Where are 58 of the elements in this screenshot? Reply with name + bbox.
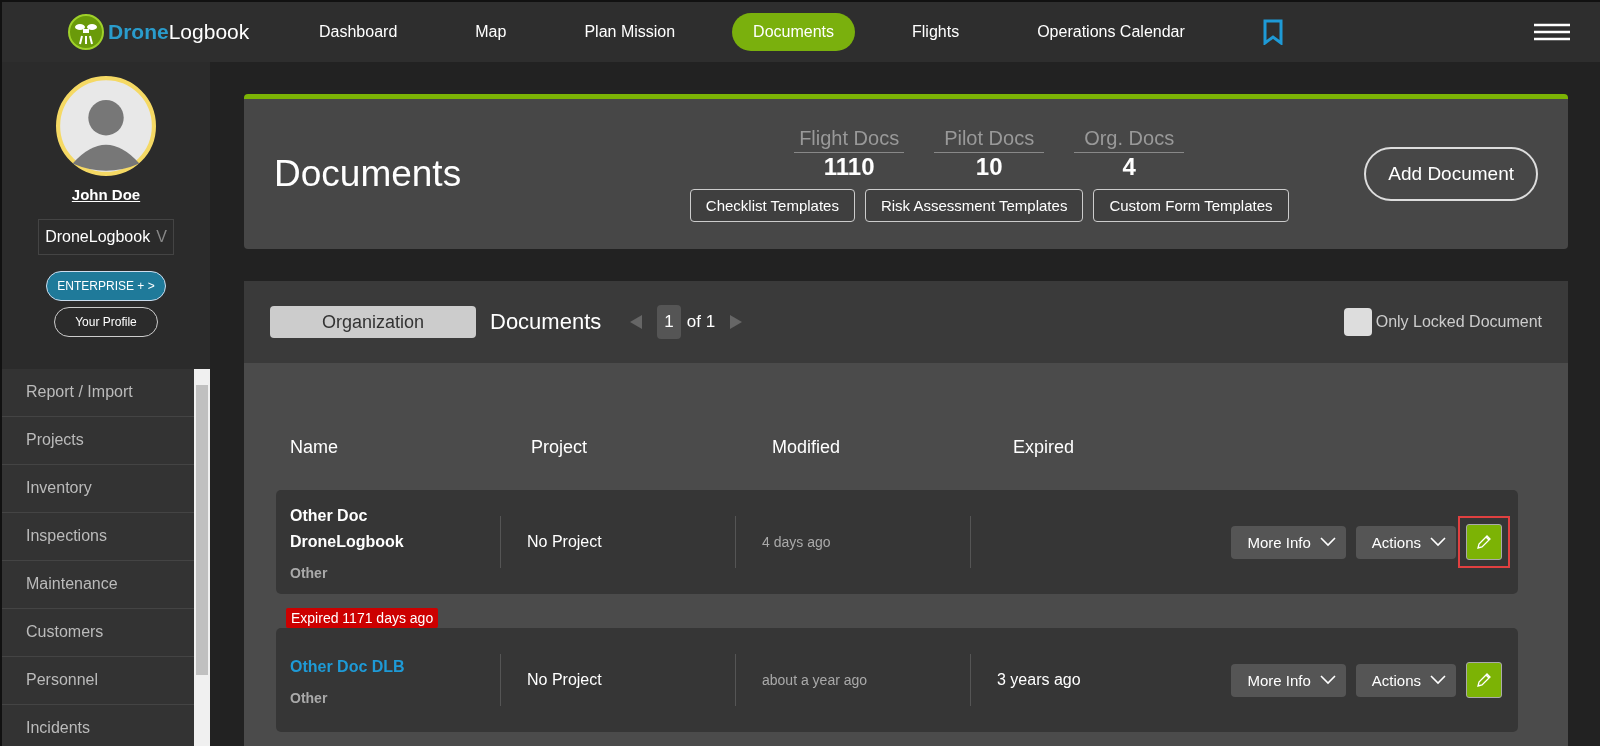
plan-button[interactable]: ENTERPRISE + > bbox=[46, 271, 166, 301]
column-header: Expired bbox=[1013, 437, 1076, 458]
pencil-icon bbox=[1475, 533, 1493, 551]
edit-button[interactable] bbox=[1466, 524, 1502, 560]
scope-toggle[interactable]: Organization bbox=[270, 306, 476, 338]
template-button[interactable]: Risk Assessment Templates bbox=[864, 188, 1084, 222]
stat-value: 1110 bbox=[823, 152, 875, 181]
expired-badge: Expired 1171 days ago bbox=[286, 608, 439, 628]
nav-link[interactable]: Dashboard bbox=[298, 13, 419, 51]
expired-cell-text: 3 years ago bbox=[997, 671, 1082, 689]
template-button[interactable]: Custom Form Templates bbox=[1093, 188, 1289, 222]
chevron-down-icon bbox=[1430, 675, 1446, 685]
chevron-down-icon bbox=[1319, 537, 1336, 547]
nav-link[interactable]: Flights bbox=[891, 13, 981, 51]
scrollbar[interactable] bbox=[194, 369, 210, 746]
list-title: Documents bbox=[490, 309, 602, 335]
more-info-dropdown[interactable]: More Info bbox=[1231, 663, 1346, 697]
column-header: Project bbox=[531, 437, 589, 458]
checkbox[interactable] bbox=[1343, 308, 1372, 336]
modified-cell-text: about a year ago bbox=[762, 672, 869, 688]
nav-link[interactable]: Plan Mission bbox=[563, 13, 697, 51]
page-title: Documents bbox=[274, 153, 463, 195]
previous-page-icon[interactable] bbox=[629, 314, 644, 330]
actions-dropdown[interactable]: Actions bbox=[1355, 525, 1456, 559]
chevron-down-icon bbox=[1319, 675, 1336, 685]
pencil-icon bbox=[1475, 671, 1493, 689]
document-name[interactable]: Other Doc DroneLogbook bbox=[290, 503, 440, 555]
project-cell-text: No Project bbox=[527, 533, 603, 551]
stat-label: Flight Docs bbox=[794, 126, 905, 153]
add-document-button[interactable]: Add Document bbox=[1364, 147, 1538, 201]
modified-cell-text: 4 days ago bbox=[762, 534, 832, 550]
next-page-icon[interactable] bbox=[729, 314, 744, 330]
column-header: Name bbox=[290, 437, 339, 458]
page-count: of 1 bbox=[686, 312, 716, 332]
document-type: Other bbox=[290, 690, 329, 706]
actions-dropdown[interactable]: Actions bbox=[1355, 663, 1456, 697]
stat-value: 10 bbox=[975, 152, 1003, 181]
template-button[interactable]: Checklist Templates bbox=[689, 188, 855, 222]
nav-link[interactable]: Map bbox=[454, 13, 528, 51]
user-name-link[interactable]: John Doe bbox=[71, 186, 141, 203]
drone-logo-icon bbox=[68, 14, 104, 50]
column-header: Modified bbox=[772, 437, 842, 458]
stat-label: Pilot Docs bbox=[934, 126, 1045, 153]
checkbox-label: Only Locked Document bbox=[1375, 313, 1542, 331]
bookmark-icon[interactable] bbox=[1261, 19, 1284, 45]
stat-label: Org. Docs bbox=[1074, 126, 1185, 153]
project-cell-text: No Project bbox=[527, 671, 603, 689]
document-name[interactable]: Other Doc DLB bbox=[290, 654, 440, 680]
menu-icon[interactable] bbox=[1534, 23, 1570, 41]
chevron-down-icon bbox=[1430, 537, 1446, 547]
logo-text: DroneLogbook bbox=[108, 20, 250, 44]
nav-link[interactable]: Operations Calendar bbox=[1016, 13, 1206, 51]
document-type: Other bbox=[290, 565, 329, 581]
more-info-dropdown[interactable]: More Info bbox=[1231, 525, 1346, 559]
edit-button[interactable] bbox=[1466, 662, 1502, 698]
organization-select[interactable]: DroneLogbook V bbox=[38, 219, 174, 255]
stat-value: 4 bbox=[1122, 152, 1136, 181]
page-number[interactable]: 1 bbox=[657, 305, 681, 339]
